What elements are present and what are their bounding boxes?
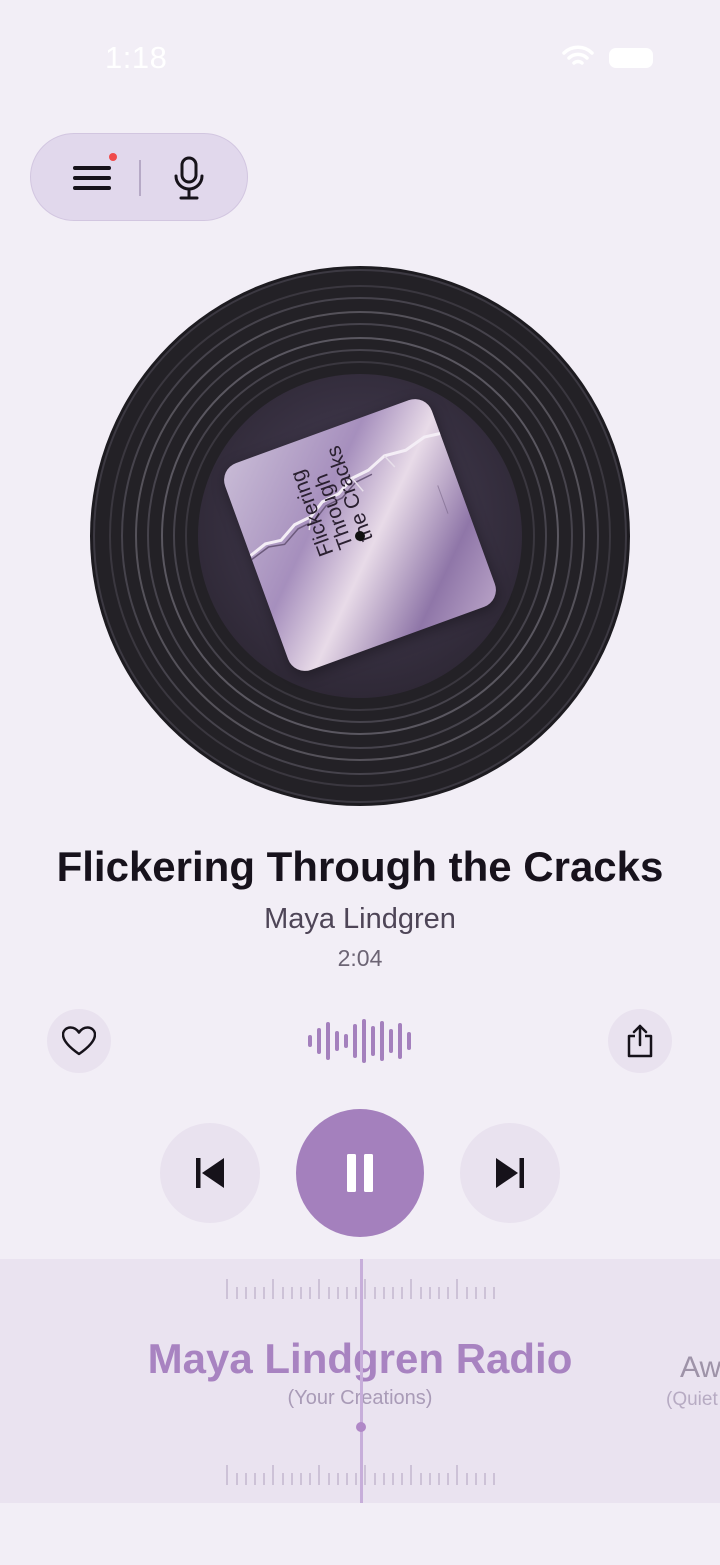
pause-icon xyxy=(347,1154,373,1192)
status-time: 1:18 xyxy=(105,40,168,75)
hamburger-menu-icon xyxy=(73,166,111,190)
status-bar: 1:18 xyxy=(0,0,720,110)
vinyl-spindle xyxy=(355,531,365,541)
notification-dot xyxy=(109,153,117,161)
share-icon xyxy=(627,1024,653,1058)
next-station-subtitle: (Quiet xyxy=(666,1389,718,1410)
track-artist[interactable]: Maya Lindgren xyxy=(0,903,720,936)
dial-needle-dot xyxy=(356,1422,366,1432)
radio-station-dial[interactable]: Maya Lindgren Radio (Your Creations) Aw … xyxy=(0,1259,720,1503)
next-track-button[interactable] xyxy=(460,1123,560,1223)
microphone-icon xyxy=(174,156,204,200)
track-title: Flickering Through the Cracks xyxy=(56,843,664,890)
like-button[interactable] xyxy=(47,1009,111,1073)
microphone-button[interactable] xyxy=(169,156,209,202)
waveform-icon[interactable] xyxy=(306,1018,414,1064)
battery-icon xyxy=(609,48,653,68)
skip-next-icon xyxy=(496,1158,524,1188)
previous-track-button[interactable] xyxy=(160,1123,260,1223)
dial-needle xyxy=(360,1259,363,1503)
pill-divider xyxy=(139,160,141,196)
share-button[interactable] xyxy=(608,1009,672,1073)
pause-button[interactable] xyxy=(296,1109,424,1237)
skip-previous-icon xyxy=(196,1158,224,1188)
next-station-name[interactable]: Aw xyxy=(680,1351,720,1385)
heart-icon xyxy=(62,1026,96,1056)
top-controls-pill xyxy=(30,133,248,221)
wifi-icon xyxy=(562,45,594,65)
menu-button[interactable] xyxy=(69,156,117,200)
track-elapsed-time: 2:04 xyxy=(337,945,383,971)
